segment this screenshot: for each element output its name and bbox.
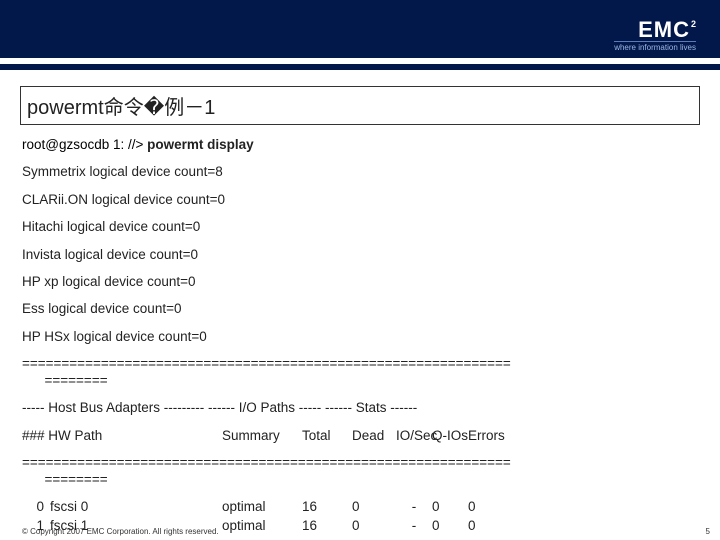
- page-number: 5: [706, 527, 710, 536]
- logo-text: EMC2: [614, 17, 696, 43]
- output-line: HP xp logical device count=0: [22, 274, 698, 291]
- table-row: 0 fscsi 0 optimal 16 0 - 0 0: [22, 499, 698, 514]
- col-iosec: IO/Sec: [396, 428, 432, 445]
- col-summary: Summary: [222, 428, 302, 445]
- column-header-row: ### HW Path Summary Total Dead IO/Sec Q-…: [22, 428, 698, 445]
- cell-errors: 0: [468, 499, 512, 514]
- cell-path: fscsi 0: [50, 499, 222, 514]
- col-dead: Dead: [352, 428, 396, 445]
- command: powermt display: [147, 137, 254, 152]
- cell-errors: 0: [468, 518, 512, 533]
- col-total: Total: [302, 428, 352, 445]
- output-line: Hitachi logical device count=0: [22, 219, 698, 236]
- cell-dead: 0: [352, 518, 396, 533]
- output-line: CLARii.ON logical device count=0: [22, 192, 698, 209]
- command-line: root@gzsocdb 1: //> powermt display: [22, 137, 698, 154]
- output-line: Invista logical device count=0: [22, 247, 698, 264]
- cell-total: 16: [302, 499, 352, 514]
- rule-long: ========================================…: [22, 455, 511, 470]
- output-line: Symmetrix logical device count=8: [22, 164, 698, 181]
- cell-qios: 0: [432, 518, 468, 533]
- cell-iosec: -: [396, 518, 432, 533]
- cell-dead: 0: [352, 499, 396, 514]
- col-errors: Errors: [468, 428, 512, 445]
- copyright-footer: © Copyright 2007 EMC Corporation. All ri…: [22, 527, 219, 536]
- cell-idx: 0: [22, 499, 50, 514]
- cell-summary: optimal: [222, 518, 302, 533]
- output-line: HP HSx logical device count=0: [22, 329, 698, 346]
- divider-line: ========================================…: [22, 356, 698, 390]
- header-bar: EMC2 where information lives: [0, 0, 720, 58]
- divider-line: ========================================…: [22, 455, 698, 489]
- cell-qios: 0: [432, 499, 468, 514]
- col-qios: Q-IOs: [432, 428, 468, 445]
- rule-short: ========: [45, 472, 108, 487]
- slide-title: powermt命令�例－1: [20, 86, 700, 125]
- cell-iosec: -: [396, 499, 432, 514]
- logo-superscript: 2: [691, 19, 697, 29]
- rule-short: ========: [45, 373, 108, 388]
- logo-main-text: EMC: [638, 17, 690, 42]
- emc-logo: EMC2 where information lives: [614, 17, 696, 52]
- output-line: Ess logical device count=0: [22, 301, 698, 318]
- prompt: root@gzsocdb 1: //>: [22, 137, 147, 152]
- col-hwpath: ### HW Path: [22, 428, 222, 445]
- cell-summary: optimal: [222, 499, 302, 514]
- rule-long: ========================================…: [22, 356, 511, 371]
- cell-total: 16: [302, 518, 352, 533]
- section-header-line: ----- Host Bus Adapters --------- ------…: [22, 400, 698, 417]
- header-accent: [0, 64, 720, 70]
- terminal-output: root@gzsocdb 1: //> powermt display Symm…: [0, 137, 720, 533]
